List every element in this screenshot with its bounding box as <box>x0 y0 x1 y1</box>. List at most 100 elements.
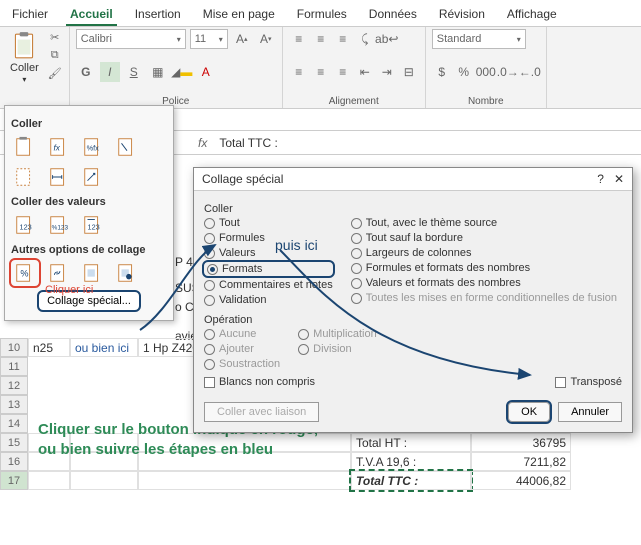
svg-text:fx: fx <box>54 144 61 153</box>
format-painter-button[interactable]: 🖌 <box>47 65 63 81</box>
tab-fichier[interactable]: Fichier <box>8 4 52 26</box>
thousands-button[interactable]: 000 <box>476 62 496 82</box>
italic-button[interactable]: I <box>100 62 120 82</box>
svg-text:%: % <box>20 269 28 279</box>
currency-button[interactable]: $ <box>432 62 452 82</box>
ribbon-tabs: Fichier Accueil Insertion Mise en page F… <box>0 0 641 27</box>
chk-blancs[interactable]: Blancs non compris <box>204 376 315 388</box>
tab-revision[interactable]: Révision <box>435 4 489 26</box>
bold-button[interactable]: G <box>76 62 96 82</box>
row-header[interactable]: 10 <box>0 338 28 357</box>
radio-valeurs-fmt[interactable]: Valeurs et formats des nombres <box>351 277 617 289</box>
paste-button[interactable]: Coller ▾ <box>6 29 43 86</box>
row-header[interactable]: 15 <box>0 433 28 452</box>
fill-color-button[interactable]: ◢▬ <box>172 62 192 82</box>
radio-sauf-bordure[interactable]: Tout sauf la bordure <box>351 232 617 244</box>
row-header[interactable]: 17 <box>0 471 28 490</box>
tab-formules[interactable]: Formules <box>293 4 351 26</box>
radio-commentaires[interactable]: Commentaires et notes <box>204 279 333 291</box>
align-bottom-button[interactable]: ≡ <box>333 29 353 49</box>
tab-insertion[interactable]: Insertion <box>131 4 185 26</box>
cell-total-ht-value[interactable]: 36795 <box>471 433 571 452</box>
paste-values-icon[interactable]: 123 <box>11 212 39 238</box>
radio-formules-fmt[interactable]: Formules et formats des nombres <box>351 262 617 274</box>
radio-op-soustraction: Soustraction <box>204 358 280 370</box>
svg-text:123: 123 <box>88 223 100 232</box>
paste-all-icon[interactable] <box>11 134 39 160</box>
increase-font-button[interactable]: A▴ <box>232 29 252 49</box>
paste-picture-icon[interactable] <box>79 260 107 286</box>
radio-theme[interactable]: Tout, avec le thème source <box>351 217 617 229</box>
wrap-text-button[interactable]: ab↩ <box>377 29 397 49</box>
merge-button[interactable]: ⊟ <box>399 62 419 82</box>
ribbon: Coller ▾ ✂ ⧉ 🖌 Calibri▾ 11▾ A▴ A▾ G I S … <box>0 27 641 109</box>
svg-text:%123: %123 <box>52 225 69 232</box>
cell-total-ht-label[interactable]: Total HT : <box>351 433 471 452</box>
cell-tva-label[interactable]: T.V.A 19,6 : <box>351 452 471 471</box>
tab-affichage[interactable]: Affichage <box>503 4 561 26</box>
paste-formulas-icon[interactable]: fx <box>45 134 73 160</box>
paste-values-srcfmt-icon[interactable]: 123 <box>79 212 107 238</box>
tab-accueil[interactable]: Accueil <box>66 4 117 26</box>
row-header[interactable]: 11 <box>0 357 28 376</box>
number-format-combo[interactable]: Standard▾ <box>432 29 526 49</box>
radio-formats[interactable]: Formats <box>204 262 333 276</box>
paste-link-button: Coller avec liaison <box>204 402 319 422</box>
align-middle-button[interactable]: ≡ <box>311 29 331 49</box>
help-icon[interactable]: ? <box>597 172 604 186</box>
row-header[interactable]: 16 <box>0 452 28 471</box>
tab-donnees[interactable]: Données <box>365 4 421 26</box>
align-right-button[interactable]: ≡ <box>333 62 353 82</box>
borders-button[interactable]: ▦ <box>148 62 168 82</box>
cell-tva-value[interactable]: 7211,82 <box>471 452 571 471</box>
cell[interactable]: n25 <box>28 338 70 357</box>
group-label-align: Alignement <box>289 96 419 107</box>
paste-section-2: Coller des valeurs <box>11 196 167 208</box>
formula-input[interactable]: Total TTC : <box>215 136 641 150</box>
chk-transpose[interactable]: Transposé <box>555 376 622 388</box>
fx-icon[interactable]: fx <box>190 136 215 150</box>
radio-tout[interactable]: Tout <box>204 217 333 229</box>
dec-decimal-button[interactable]: ←.0 <box>520 62 540 82</box>
row-header[interactable]: 12 <box>0 376 28 395</box>
paste-formatting-icon[interactable]: % <box>11 260 39 286</box>
paste-no-borders-icon[interactable] <box>11 164 39 190</box>
font-color-button[interactable]: A <box>196 62 216 82</box>
tab-mise-en-page[interactable]: Mise en page <box>199 4 279 26</box>
radio-op-div: Division <box>298 343 377 355</box>
paste-link-icon[interactable] <box>45 260 73 286</box>
radio-largeurs[interactable]: Largeurs de colonnes <box>351 247 617 259</box>
cell-total-ttc-value[interactable]: 44006,82 <box>471 471 571 490</box>
cell-total-ttc-label[interactable]: Total TTC : <box>351 471 471 490</box>
cut-button[interactable]: ✂ <box>47 29 63 45</box>
paste-options-panel: Coller fx %fx Coller des valeurs 123 %12… <box>4 105 174 321</box>
indent-inc-button[interactable]: ⇥ <box>377 62 397 82</box>
indent-dec-button[interactable]: ⇤ <box>355 62 375 82</box>
close-icon[interactable]: ✕ <box>614 172 624 186</box>
align-top-button[interactable]: ≡ <box>289 29 309 49</box>
group-label-number: Nombre <box>432 96 540 107</box>
inc-decimal-button[interactable]: .0→ <box>498 62 518 82</box>
align-left-button[interactable]: ≡ <box>289 62 309 82</box>
align-center-button[interactable]: ≡ <box>311 62 331 82</box>
paste-transpose-icon[interactable] <box>79 164 107 190</box>
decrease-font-button[interactable]: A▾ <box>256 29 276 49</box>
paste-col-widths-icon[interactable] <box>45 164 73 190</box>
paste-values-numfmt-icon[interactable]: %123 <box>45 212 73 238</box>
ok-button[interactable]: OK <box>508 402 550 422</box>
copy-button[interactable]: ⧉ <box>47 47 63 63</box>
orientation-button[interactable]: ⤹ <box>355 29 375 49</box>
cancel-button[interactable]: Annuler <box>558 402 622 422</box>
row-header[interactable]: 14 <box>0 414 28 433</box>
chevron-down-icon: ▾ <box>177 35 181 44</box>
font-name-combo[interactable]: Calibri▾ <box>76 29 186 49</box>
paste-keep-source-fmt-icon[interactable] <box>113 134 141 160</box>
percent-button[interactable]: % <box>454 62 474 82</box>
row-header[interactable]: 13 <box>0 395 28 414</box>
underline-button[interactable]: S <box>124 62 144 82</box>
radio-validation[interactable]: Validation <box>204 294 333 306</box>
font-size-combo[interactable]: 11▾ <box>190 29 228 49</box>
paste-formulas-numfmt-icon[interactable]: %fx <box>79 134 107 160</box>
paste-section-1: Coller <box>11 118 167 130</box>
paste-linked-picture-icon[interactable] <box>113 260 141 286</box>
